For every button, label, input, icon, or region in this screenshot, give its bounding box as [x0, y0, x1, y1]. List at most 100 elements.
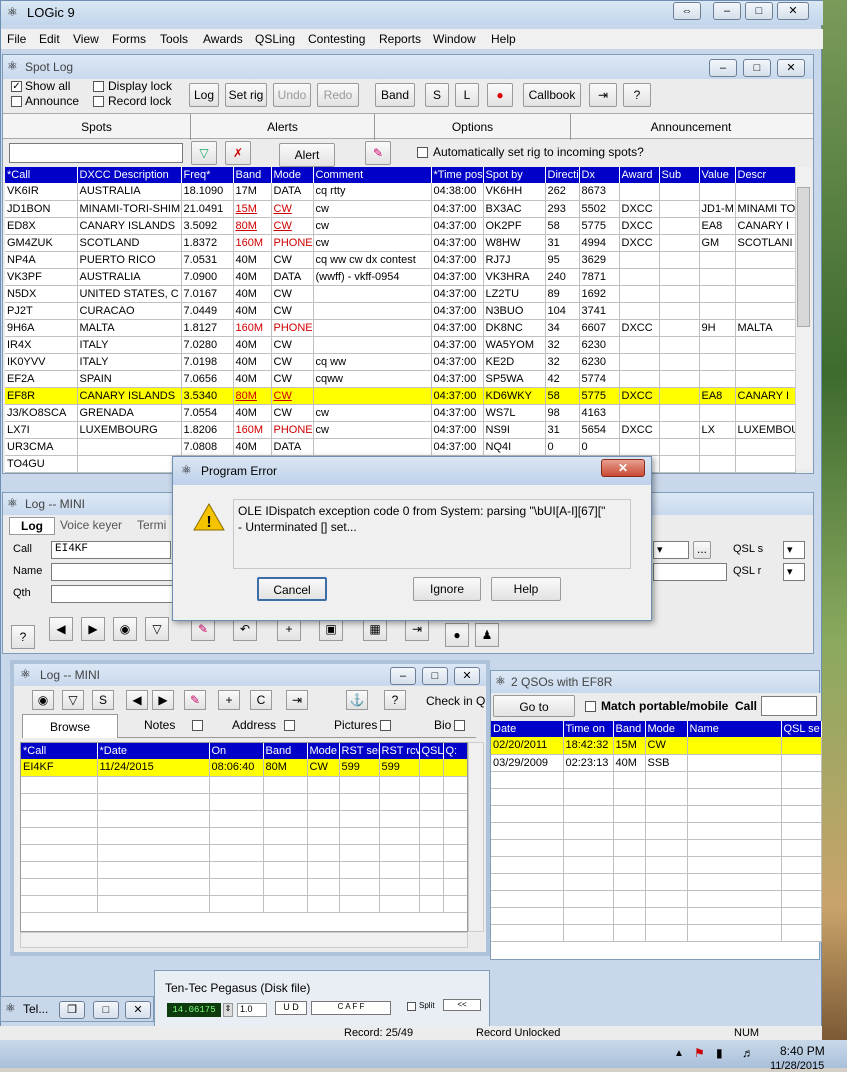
eraser-icon-3[interactable]: ✎ [184, 690, 206, 710]
address-checkbox[interactable] [284, 720, 295, 731]
qsos-col-header[interactable]: Mode [645, 721, 688, 737]
menu-view[interactable]: View [73, 32, 99, 46]
tab-voice-keyer[interactable]: Voice keyer [57, 517, 125, 535]
log2-col-header[interactable]: RST rcv [379, 743, 420, 759]
min-close-button[interactable]: ✕ [125, 1001, 151, 1019]
spots-col-header[interactable]: Descr [735, 167, 796, 183]
qth-input[interactable] [51, 585, 173, 603]
next-icon-2[interactable]: ▶ [152, 690, 174, 710]
alert-button[interactable]: Alert [279, 143, 335, 167]
spot-minimize-button[interactable]: – [709, 59, 737, 77]
tab-browse[interactable]: Browse [22, 714, 118, 738]
cancel-button[interactable]: Cancel [257, 577, 327, 601]
spots-scrollbar[interactable] [795, 167, 811, 469]
tab-notes[interactable]: Notes [144, 718, 175, 732]
menu-reports[interactable]: Reports [379, 32, 421, 46]
set-rig-button[interactable]: Set rig [225, 83, 267, 107]
spots-col-header[interactable]: Spot by [483, 167, 546, 183]
spot-row[interactable]: 9H6A MALTA 1.8127 160M PHONE 04:37:00 DK8NC 34 6… [5, 319, 796, 337]
redo-button[interactable]: Redo [317, 83, 359, 107]
callbook-button[interactable]: Callbook [523, 83, 581, 107]
spots-col-header[interactable]: Freq* [181, 167, 234, 183]
log2-col-header[interactable]: RST ser [339, 743, 380, 759]
minimize-button[interactable]: – [713, 2, 741, 20]
min-max-button[interactable]: □ [93, 1001, 119, 1019]
restore-button[interactable]: ❐ [59, 1001, 85, 1019]
menu-tools[interactable]: Tools [160, 32, 188, 46]
s-button-2[interactable]: S [92, 690, 114, 710]
rig-step-select[interactable]: 1.0 [237, 1003, 267, 1017]
spot-row[interactable]: IR4X ITALY 7.0280 40M CW 04:37:00 WA5YOM 32 6230 [5, 336, 796, 354]
ignore-button[interactable]: Ignore [413, 577, 481, 601]
rig-spinner[interactable]: ⇕ [223, 1003, 233, 1017]
spots-col-header[interactable]: Band [233, 167, 272, 183]
tab-address[interactable]: Address [232, 718, 276, 732]
spot-row[interactable]: VK3PF AUSTRALIA 7.0900 40M DATA (wwff) - vkff… [5, 268, 796, 286]
spots-col-header[interactable]: Comment [313, 167, 432, 183]
log2-col-header[interactable]: *Call [21, 743, 98, 759]
taskbar-time[interactable]: 8:40 PM [780, 1044, 825, 1058]
go-to-button[interactable]: Go to [493, 695, 575, 717]
log2-row[interactable]: EI4KF 11/24/2015 08:06:40 80M CW 599 599 [21, 759, 467, 777]
filter-icon-3[interactable]: ▽ [62, 690, 84, 710]
tray-volume-icon[interactable]: ♬ [742, 1046, 754, 1060]
qso-row[interactable]: 03/29/2009 02:23:13 40M SSB [491, 754, 822, 772]
rig-select[interactable]: ▾ [653, 541, 689, 559]
rig-ud-button[interactable]: U D [275, 1001, 307, 1015]
taskbar-date[interactable]: 11/28/2015 [770, 1060, 824, 1072]
display-lock-checkbox[interactable] [93, 81, 104, 92]
name-input[interactable] [51, 563, 173, 581]
qsos-col-header[interactable]: Name [687, 721, 782, 737]
log2-col-header[interactable]: *Date [97, 743, 210, 759]
spot-close-button[interactable]: ✕ [777, 59, 805, 77]
l-button[interactable]: L [455, 83, 479, 107]
prev-icon[interactable]: ◀ [49, 617, 73, 641]
cq-icon[interactable]: ● [487, 83, 513, 107]
spots-col-header[interactable]: DXCC Description [77, 167, 182, 183]
rig-swap-button[interactable]: << [443, 999, 481, 1011]
spot-row[interactable]: JD1BON MINAMI-TORI-SHIM 21.0491 15M CW cw 04:3… [5, 200, 796, 218]
tray-flag-icon[interactable]: ⚑ [694, 1046, 705, 1060]
switch-icon[interactable]: ⇔ [673, 2, 701, 20]
binoculars-icon-2[interactable]: ◉ [32, 690, 54, 710]
log2-close-button[interactable]: ✕ [454, 667, 480, 685]
spot-row[interactable]: N5DX UNITED STATES, C 7.0167 40M CW 04:37:00 L… [5, 285, 796, 303]
spot-row[interactable]: EF2A SPAIN 7.0656 40M CW cqww 04:37:00 SP5WA 42 5… [5, 370, 796, 388]
s-button[interactable]: S [425, 83, 449, 107]
check-in-label[interactable]: Check in Q [426, 694, 485, 708]
log2-hscrollbar[interactable] [20, 932, 468, 948]
pictures-checkbox[interactable] [380, 720, 391, 731]
log2-col-header[interactable]: Q: [443, 743, 467, 759]
add-icon-2[interactable]: + [218, 690, 240, 710]
rig-mode-buttons[interactable]: C A F F [311, 1001, 391, 1015]
show-all-checkbox[interactable]: ✓ [11, 81, 22, 92]
log2-col-header[interactable]: Band [263, 743, 308, 759]
spots-col-header[interactable]: Sub [659, 167, 700, 183]
qsos-col-header[interactable]: QSL se [781, 721, 822, 737]
tab-announcement[interactable]: Announcement [571, 114, 811, 140]
next-icon[interactable]: ▶ [81, 617, 105, 641]
call-input[interactable]: EI4KF [51, 541, 171, 559]
spot-row[interactable]: IK0YVV ITALY 7.0198 40M CW cq ww 04:37:00 KE2D 3… [5, 353, 796, 371]
spots-col-header[interactable]: Value [699, 167, 736, 183]
person-icon[interactable]: ♟ [475, 623, 499, 647]
menu-forms[interactable]: Forms [112, 32, 146, 46]
menu-awards[interactable]: Awards [203, 32, 243, 46]
spot-maximize-button[interactable]: □ [743, 59, 771, 77]
help-button[interactable]: Help [491, 577, 561, 601]
tab-log[interactable]: Log [9, 517, 55, 535]
filter-icon-2[interactable]: ▽ [145, 617, 169, 641]
spot-row[interactable]: J3/KO8SCA GRENADA 7.0554 40M CW cw 04:37:00 WS7… [5, 404, 796, 422]
anchor-icon[interactable]: ⚓ [346, 690, 368, 710]
tab-alerts[interactable]: Alerts [191, 114, 375, 140]
menu-contesting[interactable]: Contesting [308, 32, 365, 46]
tab-pictures[interactable]: Pictures [334, 718, 377, 732]
log2-maximize-button[interactable]: □ [422, 667, 448, 685]
tab-options[interactable]: Options [375, 114, 571, 140]
split-checkbox[interactable] [407, 1002, 416, 1011]
help-icon-2[interactable]: ? [11, 625, 35, 649]
filter-icon[interactable]: ▽ [191, 141, 217, 165]
tab-bio[interactable]: Bio [434, 718, 451, 732]
eraser-icon[interactable]: ✎ [365, 141, 391, 165]
spot-row[interactable]: ED8X CANARY ISLANDS 3.5092 80M CW cw 04:37:00 O… [5, 217, 796, 235]
